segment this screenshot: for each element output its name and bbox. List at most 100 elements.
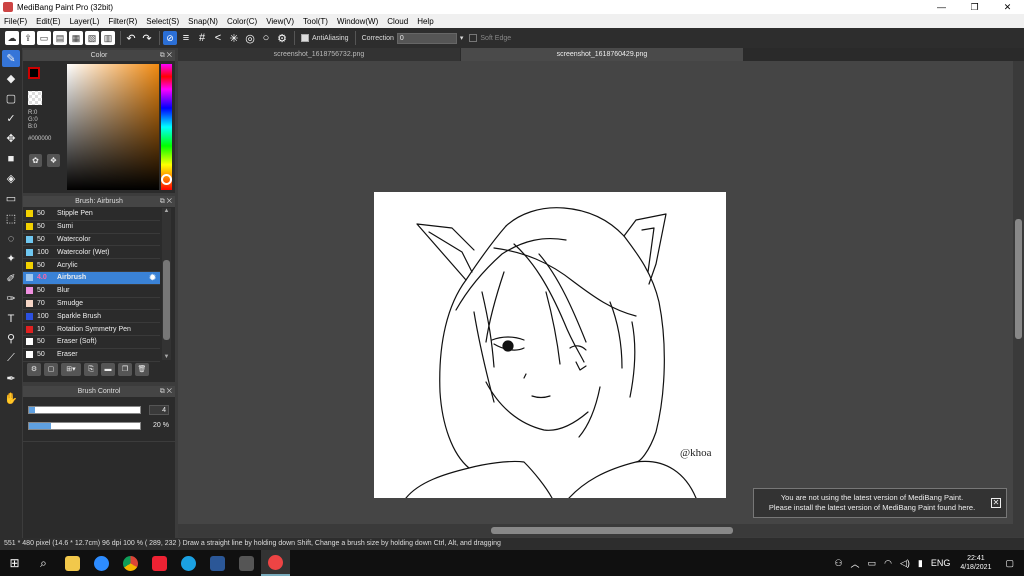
- windows-start-icon[interactable]: ⊞: [0, 550, 29, 576]
- color-wheel-icon[interactable]: ✿: [29, 154, 42, 167]
- move-tool-icon[interactable]: ✥: [2, 130, 20, 147]
- horizontal-scroll-thumb[interactable]: [491, 527, 733, 534]
- redo-icon[interactable]: ↷: [140, 31, 154, 45]
- battery-icon[interactable]: ▮: [918, 558, 923, 569]
- brush-item[interactable]: 50 Eraser (Soft): [23, 336, 160, 349]
- panel-float-close-icon[interactable]: ⧉ ✕: [160, 196, 172, 207]
- saturation-value-picker[interactable]: [67, 64, 159, 190]
- edge-icon[interactable]: [174, 550, 203, 576]
- duplicate-icon[interactable]: ❐: [118, 362, 132, 376]
- brush-settings-gear-icon[interactable]: ✹: [149, 273, 156, 282]
- scroll-thumb[interactable]: [163, 260, 170, 340]
- brush-item[interactable]: 4.0 Airbrush ✹: [23, 271, 160, 285]
- menu-select[interactable]: Select(S): [146, 17, 179, 26]
- brush-list-scrollbar[interactable]: ▲ ▼: [162, 208, 171, 360]
- brush-size-value[interactable]: 4: [149, 405, 169, 415]
- cloud-icon[interactable]: ☁: [5, 31, 19, 45]
- template-icon[interactable]: ▧: [85, 31, 99, 45]
- horizontal-scrollbar[interactable]: [178, 524, 1024, 537]
- tab-screenshot-1[interactable]: screenshot_1618756732.png: [178, 48, 460, 61]
- brush-item[interactable]: 50 Blur: [23, 285, 160, 298]
- text-tool-icon[interactable]: T: [2, 310, 20, 327]
- grid-snap-icon[interactable]: #: [195, 31, 209, 45]
- document-icon[interactable]: ▦: [69, 31, 83, 45]
- chevron-up-icon[interactable]: ︿: [851, 557, 860, 570]
- menu-cloud[interactable]: Cloud: [387, 17, 408, 26]
- select-pen-icon[interactable]: ✐: [2, 270, 20, 287]
- perspective-snap-icon[interactable]: <: [211, 31, 225, 45]
- opacity-slider[interactable]: [28, 422, 141, 430]
- maximize-button[interactable]: ❐: [958, 0, 991, 14]
- brush-settings-icon[interactable]: ⚙: [27, 362, 41, 376]
- brush-item[interactable]: 10 Rotation Symmetry Pen: [23, 323, 160, 336]
- scroll-up-icon[interactable]: ▲: [162, 208, 171, 214]
- menu-edit[interactable]: Edit(E): [36, 17, 60, 26]
- clock[interactable]: 22:41 4/18/2021: [960, 554, 991, 572]
- upload-icon[interactable]: ⇪: [21, 31, 35, 45]
- notifications-icon[interactable]: ▢: [1005, 558, 1014, 569]
- palette-icon[interactable]: ❖: [47, 154, 60, 167]
- medibang-taskbar-icon[interactable]: [261, 550, 290, 576]
- menu-window[interactable]: Window(W): [337, 17, 378, 26]
- brush-item[interactable]: 70 Smudge: [23, 298, 160, 311]
- brush-item[interactable]: 50 Watercolor: [23, 234, 160, 247]
- paint-icon[interactable]: [145, 550, 174, 576]
- hue-slider[interactable]: [161, 64, 172, 190]
- brush-tool-icon[interactable]: ✎: [2, 50, 20, 67]
- volume-icon[interactable]: ◁): [900, 558, 910, 569]
- divide-tool-icon[interactable]: ⟋: [2, 350, 20, 367]
- fill-shape-tool-icon[interactable]: ■: [2, 150, 20, 167]
- curve-snap-icon[interactable]: ○: [259, 31, 273, 45]
- magic-wand-icon[interactable]: ✦: [2, 250, 20, 267]
- tab-screenshot-2[interactable]: screenshot_1618760429.png: [461, 48, 743, 61]
- minimize-button[interactable]: —: [925, 0, 958, 14]
- soft-edge-checkbox[interactable]: [469, 34, 478, 42]
- search-icon[interactable]: ⌕: [29, 550, 58, 576]
- scroll-down-icon[interactable]: ▼: [162, 354, 171, 360]
- menu-tool[interactable]: Tool(T): [303, 17, 328, 26]
- update-notice[interactable]: You are not using the latest version of …: [753, 488, 1007, 518]
- vertical-scroll-thumb[interactable]: [1015, 219, 1022, 339]
- network-icon[interactable]: ▭: [868, 558, 877, 569]
- comment-icon[interactable]: ▭: [37, 31, 51, 45]
- word-icon[interactable]: [203, 550, 232, 576]
- correction-dropdown[interactable]: 0: [396, 32, 457, 44]
- foreground-color-swatch[interactable]: [28, 67, 40, 79]
- file-explorer-icon[interactable]: [58, 550, 87, 576]
- menu-color[interactable]: Color(C): [227, 17, 257, 26]
- brush-size-slider[interactable]: [28, 406, 141, 414]
- antialiasing-checkbox[interactable]: [301, 34, 309, 42]
- menu-view[interactable]: View(V): [266, 17, 294, 26]
- brush-item[interactable]: 100 Sparkle Brush: [23, 310, 160, 324]
- brush-item[interactable]: 100 Watercolor (Wet): [23, 246, 160, 260]
- vertical-scrollbar[interactable]: [1013, 61, 1024, 524]
- brush-item[interactable]: 50 Stipple Pen: [23, 208, 160, 221]
- add-brush-icon[interactable]: ⊞▾: [61, 362, 81, 376]
- operation-tool-icon[interactable]: ⚲: [2, 330, 20, 347]
- menu-layer[interactable]: Layer(L): [70, 17, 100, 26]
- hand-tool-icon[interactable]: ✋: [2, 390, 20, 407]
- calculator-icon[interactable]: [232, 550, 261, 576]
- transparent-color-swatch[interactable]: [28, 91, 42, 105]
- folder-icon[interactable]: ▬: [101, 362, 115, 376]
- menu-help[interactable]: Help: [417, 17, 433, 26]
- snap-off-icon[interactable]: ⊘: [163, 31, 177, 45]
- layers-icon[interactable]: ▥: [101, 31, 115, 45]
- notice-close-icon[interactable]: ✕: [991, 498, 1001, 508]
- language-indicator[interactable]: ENG: [931, 558, 951, 568]
- people-icon[interactable]: ⚇: [834, 558, 842, 569]
- undo-icon[interactable]: ↶: [124, 31, 138, 45]
- trash-icon[interactable]: 🗑: [135, 362, 149, 376]
- parallel-snap-icon[interactable]: ≡: [179, 31, 193, 45]
- circle-snap-icon[interactable]: ◎: [243, 31, 257, 45]
- lasso-tool-icon[interactable]: ◌: [2, 230, 20, 247]
- panel-float-close-icon[interactable]: ⧉ ✕: [160, 50, 172, 61]
- brush-item[interactable]: 50 Eraser: [23, 349, 160, 362]
- chevron-down-icon[interactable]: ▾: [460, 34, 464, 42]
- update-notice-line2[interactable]: Please install the latest version of Med…: [758, 503, 986, 513]
- close-button[interactable]: ✕: [991, 0, 1024, 14]
- menu-file[interactable]: File(F): [4, 17, 27, 26]
- select-eraser-icon[interactable]: ✑: [2, 290, 20, 307]
- zoom-icon[interactable]: [87, 550, 116, 576]
- gradient-tool-icon[interactable]: ▭: [2, 190, 20, 207]
